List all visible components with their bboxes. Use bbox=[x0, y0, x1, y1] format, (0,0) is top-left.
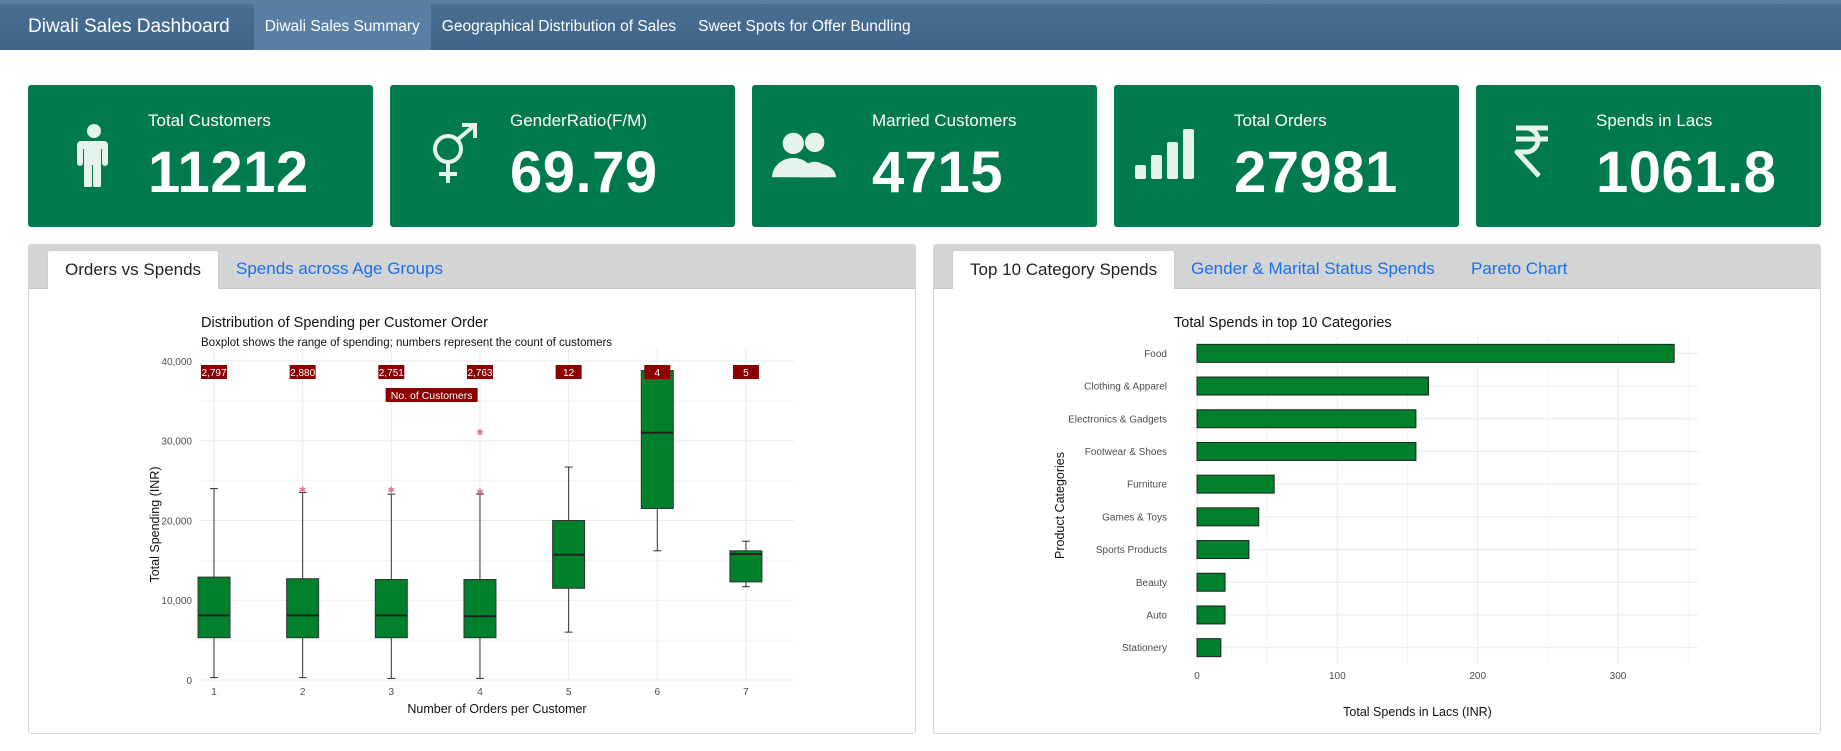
bar bbox=[1196, 409, 1417, 429]
app-title[interactable]: Diwali Sales Dashboard bbox=[28, 16, 230, 38]
x-tick-label: 4 bbox=[477, 687, 483, 698]
bar bbox=[1196, 376, 1430, 396]
bar bbox=[1196, 605, 1226, 625]
x-tick-label: 100 bbox=[1329, 671, 1346, 682]
box bbox=[463, 579, 497, 639]
outlier-point: ✱ bbox=[299, 485, 307, 495]
y-tick-label: Furniture bbox=[1127, 480, 1167, 491]
tab-spends-age-groups[interactable]: Spends across Age Groups bbox=[236, 250, 443, 288]
spends-label: Spends in Lacs bbox=[1596, 111, 1713, 130]
bar bbox=[1196, 572, 1226, 592]
tab-orders-vs-spends[interactable]: Orders vs Spends bbox=[47, 250, 220, 289]
left-tabbar: Orders vs Spends Spends across Age Group… bbox=[29, 245, 915, 289]
y-tick-label: 20,000 bbox=[161, 516, 192, 527]
total-orders-value: 27981 bbox=[1234, 140, 1398, 205]
x-tick-label: 6 bbox=[655, 687, 661, 698]
box bbox=[197, 576, 231, 639]
person-icon bbox=[62, 123, 126, 187]
x-axis-title: Number of Orders per Customer bbox=[407, 702, 586, 716]
gender-ratio-value: 69.79 bbox=[510, 140, 658, 205]
y-tick-label: Footwear & Shoes bbox=[1085, 447, 1167, 458]
count-label: 2,797 bbox=[201, 368, 226, 379]
orders-spends-panel: Orders vs Spends Spends across Age Group… bbox=[28, 244, 916, 734]
y-tick-label: 40,000 bbox=[161, 357, 192, 368]
count-label: 2,763 bbox=[467, 368, 492, 379]
value-box-total-customers: Total Customers 11212 bbox=[28, 85, 373, 227]
y-tick-label: Clothing & Apparel bbox=[1084, 382, 1167, 393]
nav-tab-summary[interactable]: Diwali Sales Summary bbox=[253, 4, 431, 50]
total-customers-value: 11212 bbox=[148, 140, 309, 205]
tab-gender-marital-spends[interactable]: Gender & Marital Status Spends bbox=[1191, 250, 1435, 288]
married-customers-label: Married Customers bbox=[872, 111, 1017, 130]
total-customers-label: Total Customers bbox=[148, 111, 271, 130]
x-axis-title: Total Spends in Lacs (INR) bbox=[1343, 705, 1492, 719]
category-spends-panel: Top 10 Category Spends Gender & Marital … bbox=[933, 244, 1821, 734]
count-label: 5 bbox=[743, 368, 749, 379]
x-tick-label: 5 bbox=[566, 687, 572, 698]
outlier-point: ✱ bbox=[476, 428, 484, 438]
count-label: 4 bbox=[655, 368, 661, 379]
tab-pareto-chart[interactable]: Pareto Chart bbox=[1471, 250, 1567, 288]
gender-icon bbox=[424, 123, 488, 187]
y-tick-label: Games & Toys bbox=[1102, 512, 1167, 523]
y-tick-label: Stationery bbox=[1122, 643, 1167, 654]
y-tick-label: 0 bbox=[186, 676, 192, 687]
count-label: 12 bbox=[563, 368, 575, 379]
married-customers-value: 4715 bbox=[872, 140, 1004, 205]
bar bbox=[1196, 474, 1275, 494]
y-tick-label: Sports Products bbox=[1096, 545, 1167, 556]
spends-value: 1061.8 bbox=[1596, 140, 1777, 205]
y-tick-label: 30,000 bbox=[161, 437, 192, 448]
total-orders-label: Total Orders bbox=[1234, 111, 1327, 130]
y-axis-title: Total Spending (INR) bbox=[148, 466, 162, 582]
x-tick-label: 1 bbox=[211, 687, 217, 698]
y-tick-label: Beauty bbox=[1136, 578, 1167, 589]
x-tick-label: 200 bbox=[1469, 671, 1486, 682]
box bbox=[640, 370, 674, 510]
signal-bars-icon bbox=[1134, 123, 1198, 187]
nav-tab-offer-bundling[interactable]: Sweet Spots for Offer Bundling bbox=[687, 4, 922, 50]
gender-ratio-label: GenderRatio(F/M) bbox=[510, 111, 647, 130]
outlier-point: ✱ bbox=[388, 485, 396, 495]
top-navbar: Diwali Sales Dashboard Diwali Sales Summ… bbox=[0, 0, 1841, 50]
right-tabbar: Top 10 Category Spends Gender & Marital … bbox=[934, 245, 1820, 289]
chart-title: Distribution of Spending per Customer Or… bbox=[201, 315, 488, 331]
value-box-spends: Spends in Lacs 1061.8 bbox=[1476, 85, 1821, 227]
bar bbox=[1196, 507, 1260, 527]
x-tick-label: 7 bbox=[743, 687, 749, 698]
x-tick-label: 300 bbox=[1610, 671, 1627, 682]
rupee-icon bbox=[1500, 119, 1564, 183]
x-tick-label: 2 bbox=[300, 687, 306, 698]
users-icon bbox=[772, 123, 836, 187]
orders-spends-boxplot: 010,00020,00030,00040,0001 2 3 4 5 6 72,797✱2,… bbox=[148, 315, 794, 716]
annotation-no-of-customers: No. of Customers bbox=[391, 390, 473, 402]
bar bbox=[1196, 343, 1675, 363]
tab-top10-categories[interactable]: Top 10 Category Spends bbox=[952, 250, 1176, 289]
value-box-gender-ratio: GenderRatio(F/M) 69.79 bbox=[390, 85, 735, 227]
box bbox=[374, 579, 408, 639]
y-tick-label: Food bbox=[1144, 349, 1167, 360]
chart-subtitle: Boxplot shows the range of spending; num… bbox=[201, 337, 612, 349]
value-box-married-customers: Married Customers 4715 bbox=[752, 85, 1097, 227]
bar bbox=[1196, 638, 1222, 658]
box bbox=[729, 550, 763, 583]
category-spends-bar-chart: 0 100 200 300 Food Clothing & Apparel Electron… bbox=[1053, 315, 1698, 719]
chart-title: Total Spends in top 10 Categories bbox=[1174, 315, 1392, 331]
y-tick-label: 10,000 bbox=[161, 596, 192, 607]
bar bbox=[1196, 540, 1250, 560]
y-tick-label: Electronics & Gadgets bbox=[1068, 414, 1167, 425]
y-tick-label: Auto bbox=[1146, 610, 1167, 621]
box bbox=[286, 578, 320, 639]
nav-tab-geographical[interactable]: Geographical Distribution of Sales bbox=[431, 4, 687, 50]
x-tick-label: 3 bbox=[389, 687, 395, 698]
count-label: 2,751 bbox=[379, 368, 404, 379]
x-tick-label: 0 bbox=[1194, 671, 1200, 682]
outlier-point: ✱ bbox=[476, 487, 484, 497]
count-label: 2,880 bbox=[290, 368, 315, 379]
y-axis-title: Product Categories bbox=[1053, 452, 1067, 559]
bar bbox=[1196, 441, 1417, 461]
value-box-total-orders: Total Orders 27981 bbox=[1114, 85, 1459, 227]
